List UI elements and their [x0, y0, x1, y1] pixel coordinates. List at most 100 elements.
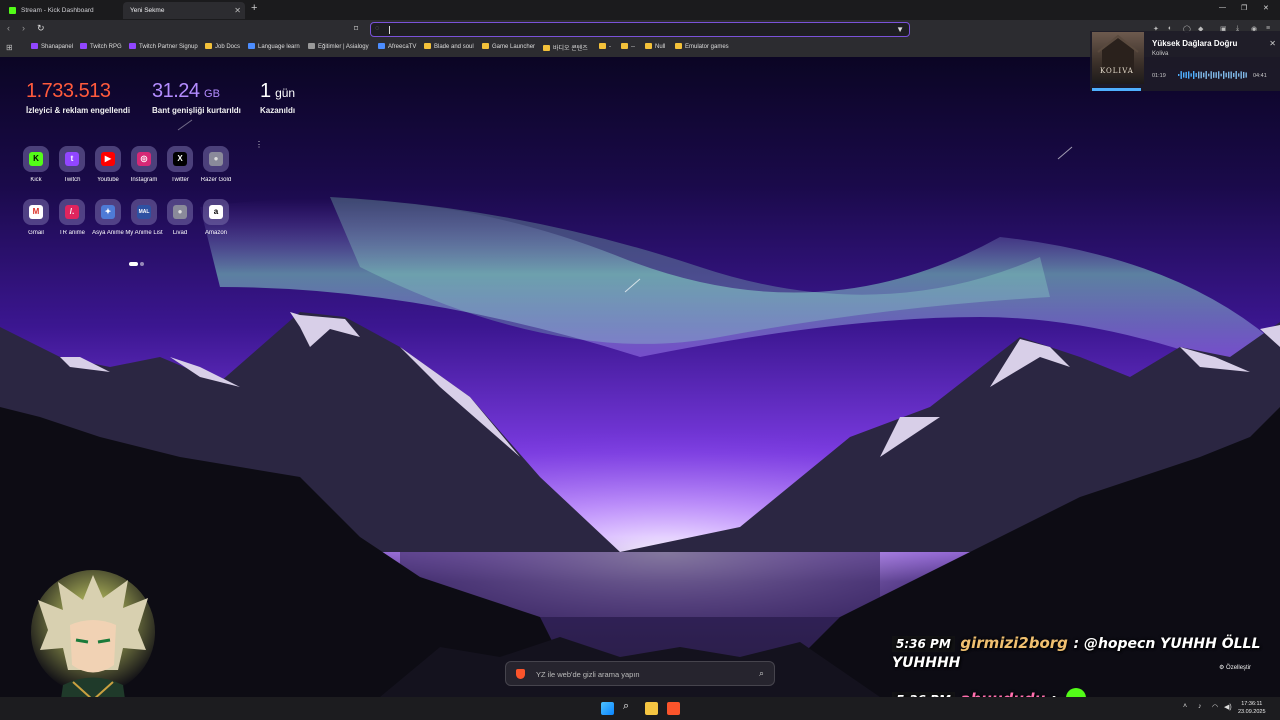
shortcut-tile[interactable]: K	[23, 146, 49, 172]
shortcut-tile[interactable]: MAL	[131, 199, 157, 225]
waveform-bar	[1188, 71, 1190, 79]
album-art: KOLIVA	[1092, 32, 1144, 84]
apps-grid-icon[interactable]: ⊞	[6, 43, 13, 52]
bookmark-item[interactable]: --	[621, 43, 635, 50]
bookmark-item[interactable]: AfreecaTV	[378, 43, 416, 50]
file-explorer-icon[interactable]	[645, 702, 658, 715]
waveform-bar	[1245, 72, 1247, 78]
shortcut-tile[interactable]: ●	[167, 199, 193, 225]
brave-browser-icon[interactable]	[667, 702, 680, 715]
shortcut-tile[interactable]: ✦	[95, 199, 121, 225]
bookmark-item[interactable]: Twitch Partner Signup	[129, 43, 198, 50]
restore-icon[interactable]: ❐	[1241, 4, 1247, 12]
close-window-icon[interactable]: ✕	[1263, 4, 1269, 12]
waveform-bar	[1205, 71, 1207, 79]
minimize-icon[interactable]: —	[1219, 4, 1226, 11]
microphone-icon[interactable]: ♪	[1198, 703, 1202, 710]
shortcut-logo-icon: MAL	[137, 205, 151, 219]
text-caret	[389, 26, 390, 34]
shortcut-kick[interactable]: K Kick	[20, 146, 52, 183]
shortcut-youtube[interactable]: ▶ Youtube	[92, 146, 124, 183]
tab-strip: Stream - Kick Dashboard Yeni Sekme ✕ + —…	[0, 0, 1280, 20]
shortcut-livad[interactable]: ● Livad	[164, 199, 196, 236]
reload-icon[interactable]: ↻	[37, 23, 45, 34]
search-box[interactable]: YZ ile web'de gizli arama yapın ⌕	[505, 661, 775, 686]
media-progress-bar[interactable]	[1092, 88, 1141, 91]
waveform-bar	[1223, 71, 1225, 79]
bookmark-item[interactable]: Eğitimler | Asialogy	[308, 43, 369, 50]
bookmark-item[interactable]: 바디오 콘텐즈	[543, 43, 588, 52]
page-dot[interactable]	[140, 262, 144, 266]
bookmark-item[interactable]: Game Launcher	[482, 43, 535, 50]
windows-start-icon[interactable]	[601, 702, 614, 715]
tray-chevron-icon[interactable]: ˄	[1183, 703, 1187, 710]
shortcuts-menu-icon[interactable]: ⋮	[255, 140, 263, 149]
waveform-bar	[1198, 71, 1200, 79]
audio-waveform[interactable]	[1178, 71, 1248, 79]
new-tab-button[interactable]: +	[251, 2, 257, 14]
stat-time-saved: 1 gün Kazanıldı	[260, 80, 295, 115]
track-title: Yüksek Dağlara Doğru	[1152, 39, 1238, 48]
folder-icon	[424, 43, 431, 49]
system-clock[interactable]: 17:36:11 23.09.2025	[1238, 700, 1266, 716]
back-icon[interactable]: ‹	[7, 23, 10, 33]
bookmarks-bar: ⊞ Shanapanel Twitch RPG Twitch Partner S…	[0, 39, 1280, 57]
waveform-bar	[1190, 73, 1192, 77]
shortcut-tile[interactable]: t	[59, 146, 85, 172]
bookmark-item[interactable]: Shanapanel	[31, 43, 73, 50]
forward-icon[interactable]: ›	[22, 23, 25, 33]
bookmark-item[interactable]: Twitch RPG	[80, 43, 122, 50]
folder-icon	[675, 43, 682, 49]
close-tab-icon[interactable]: ✕	[234, 2, 241, 19]
shortcut-twitter[interactable]: X Twitter	[164, 146, 196, 183]
shortcut-tile[interactable]: ●	[203, 146, 229, 172]
bookmark-item[interactable]: -	[599, 43, 611, 50]
bookmark-item[interactable]: Language learn	[248, 43, 300, 50]
shortcut-tile[interactable]: ▶	[95, 146, 121, 172]
shortcut-tile[interactable]: X	[167, 146, 193, 172]
shortcut-twitch[interactable]: t Twitch	[56, 146, 88, 183]
bookmark-item[interactable]: Blade and soul	[424, 43, 474, 50]
shortcut-razer-gold[interactable]: ● Razer Gold	[200, 146, 232, 183]
shortcut-gmail[interactable]: M Gmail	[20, 199, 52, 236]
shortcut-amazon[interactable]: a Amazon	[200, 199, 232, 236]
address-bar[interactable]: ◌ ▼	[370, 22, 910, 37]
shortcut-tile[interactable]: a	[203, 199, 229, 225]
shortcut-tile[interactable]: M	[23, 199, 49, 225]
stat-unit: gün	[275, 86, 296, 100]
bookmark-icon[interactable]: ⌑	[354, 24, 358, 33]
waveform-bar	[1240, 71, 1242, 79]
shortcut-tr-anime[interactable]: /. TR anime	[56, 199, 88, 236]
shortcut-asya-anime[interactable]: ✦ Asya Anime	[92, 199, 124, 236]
shortcut-label: Amazon	[204, 230, 227, 236]
volume-icon[interactable]: ◀)	[1224, 703, 1232, 711]
waveform-bar	[1183, 72, 1185, 78]
bookmark-item[interactable]: Null	[645, 43, 665, 50]
track-duration: 04:41	[1253, 73, 1267, 79]
page-dot-active[interactable]	[129, 262, 138, 266]
shortcut-tile[interactable]: ◎	[131, 146, 157, 172]
shortcut-tile[interactable]: /.	[59, 199, 85, 225]
waveform-bar	[1195, 73, 1197, 77]
bookmark-item[interactable]: Emulator games	[675, 43, 729, 50]
toolbar: ‹ › ↻ ⌑ ◌ ▼ ✦ ◐ ◯ ◆ ▣ ⤓ ◉ ≡	[0, 20, 1280, 39]
search-placeholder: YZ ile web'de gizli arama yapın	[536, 670, 640, 679]
search-icon[interactable]: ⌕	[759, 668, 764, 679]
page-indicator	[129, 253, 146, 271]
tab-kick-dashboard[interactable]: Stream - Kick Dashboard	[3, 2, 119, 19]
shortcut-instagram[interactable]: ◎ Instagram	[128, 146, 160, 183]
shortcut-logo-icon: a	[209, 205, 223, 219]
search-icon[interactable]: ⌕	[623, 700, 636, 713]
waveform-bar	[1200, 71, 1202, 79]
tab-new-tab[interactable]: Yeni Sekme ✕	[123, 2, 245, 19]
media-player-widget[interactable]: KOLIVA Yüksek Dağlara Doğru Koliva 01:19…	[1090, 31, 1280, 91]
brave-shield-icon[interactable]: ▼	[896, 25, 904, 34]
album-art-label: KOLIVA	[1100, 67, 1134, 75]
shortcut-logo-icon: X	[173, 152, 187, 166]
wifi-icon[interactable]: ◠	[1212, 703, 1218, 711]
bookmark-item[interactable]: Job Docs	[205, 43, 240, 50]
waveform-bar	[1233, 73, 1235, 77]
close-icon[interactable]: ✕	[1269, 39, 1276, 48]
chat-username: girmizi2borg	[960, 634, 1068, 652]
shortcut-my-anime-list[interactable]: MAL My Anime List	[125, 199, 163, 236]
